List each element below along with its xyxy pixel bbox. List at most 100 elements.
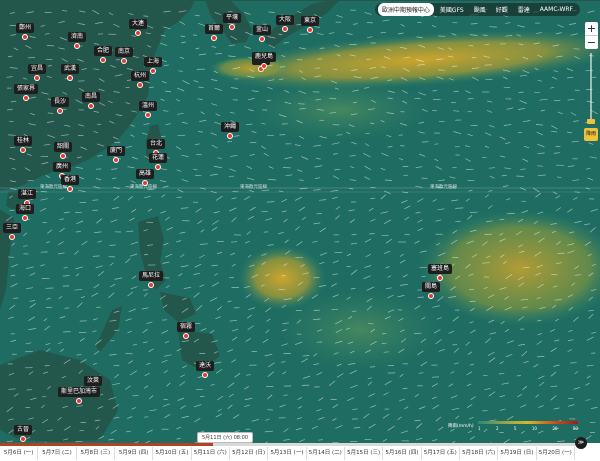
city-dot-icon [19,436,26,442]
wind-streak [336,134,343,136]
city-label: 宜昌 [27,64,47,74]
wind-streak [387,97,393,99]
timeline-day[interactable]: 5月18日 (六) [460,447,499,460]
zoom-out-button[interactable]: − [585,36,598,49]
timeline-day[interactable]: 5月15日 (三) [345,447,384,460]
wind-streak [245,374,251,376]
city-marker[interactable]: 首爾 [204,15,224,41]
city-marker[interactable]: 達沃 [195,352,215,378]
city-marker[interactable]: 南昌 [81,83,101,109]
city-marker[interactable]: 沖繩 [220,113,240,139]
city-marker[interactable]: 香港 [60,166,80,192]
legend-tick: 5 [513,426,517,431]
city-dot-icon [281,26,288,32]
tab-aamc-wrf[interactable]: AAMC-WRF [536,4,577,15]
city-marker[interactable]: 高雄 [135,160,155,186]
timeline-day[interactable]: 5月19日 (日) [498,447,537,460]
city-marker[interactable]: 鄭州 [15,14,35,40]
wind-streak [215,53,222,55]
city-label: 東京 [300,16,320,26]
timeline-day[interactable]: 5月6日 (一) [0,447,39,460]
timeline-day[interactable]: 5月20日 (一) [537,447,575,460]
city-marker[interactable]: 關島 [421,273,441,299]
city-marker[interactable]: 張家界 [13,75,39,101]
wind-streak [438,120,445,123]
timeline-day[interactable]: 5月11日 (六) [192,447,230,460]
city-marker[interactable]: 平壤 [222,4,242,30]
city-label: 香港 [60,175,80,185]
wind-streak [470,23,478,25]
city-label: 溫州 [138,101,158,111]
legend-color-bar [478,421,578,424]
legend-tick: 1 [478,426,481,431]
city-label: 關島 [421,282,441,292]
city-dot-icon [182,333,189,339]
city-marker[interactable]: 濟南 [67,23,87,49]
city-marker[interactable]: 斯里巴加灣市 [57,378,101,404]
city-marker[interactable]: 長沙 [50,88,70,114]
timeline-day[interactable]: 5月14日 (二) [307,447,345,460]
timeline-day[interactable]: 5月17日 (五) [422,447,460,460]
city-label: 三亞 [2,223,22,233]
opacity-slider-track[interactable] [590,53,592,123]
tab-radar[interactable]: 雷達 [514,3,534,16]
city-marker[interactable]: 鹿兒島 [251,43,277,69]
opacity-slider-handle[interactable] [587,119,595,124]
wind-streak [419,266,428,269]
rain-layer-button[interactable]: 降雨 [584,128,598,141]
city-dot-icon [19,147,26,153]
legend-tick: 20 [552,426,558,431]
wind-streak [192,34,198,36]
wind-streak [178,70,183,72]
city-marker[interactable]: 古晉 [13,416,33,442]
city-dot-icon [136,82,143,88]
wind-streak [44,365,50,367]
wind-streak [249,141,257,144]
city-label: 合肥 [93,46,113,56]
timeline-bar[interactable]: 5月6日 (一) 5月7日 (二) 5月8日 (三) 5月9日 (四) 5月10日 (五… [0,443,600,461]
city-marker[interactable]: 宿霧 [176,313,196,339]
timeline-progress-track[interactable] [0,443,575,446]
wind-streak [591,352,596,354]
city-label: 杭州 [130,71,150,81]
timeline-day[interactable]: 5月8日 (三) [77,447,115,460]
wind-streak [231,241,238,243]
city-marker[interactable]: 桂林 [13,127,33,153]
timeline-day[interactable]: 5月7日 (二) [38,447,77,460]
city-marker[interactable]: 合肥 [93,37,113,63]
city-dot-icon [306,27,313,33]
city-marker[interactable]: 武漢 [60,55,80,81]
city-marker[interactable]: 馬尼拉 [138,262,164,288]
legend-tick: 2 [495,426,499,431]
city-marker[interactable]: 大阪 [275,6,295,32]
city-marker[interactable]: 釜山 [252,16,272,42]
wind-streak [488,167,496,169]
tab-observation[interactable]: 好觀 [492,3,512,16]
tab-typhoon[interactable]: 颱風 [470,3,490,16]
city-dot-icon [112,157,119,163]
zoom-in-button[interactable]: + [585,22,598,35]
city-dot-icon [120,58,127,64]
city-marker[interactable]: 杭州 [130,62,150,88]
city-marker[interactable]: 大連 [128,10,148,36]
timeline-day[interactable]: 5月9日 (四) [115,447,154,460]
city-marker[interactable]: 溫州 [138,92,158,118]
timeline-day[interactable]: 5月13日 (一) [268,447,307,460]
play-button[interactable]: ≫ [575,437,587,449]
city-marker[interactable]: 廈門 [106,137,126,163]
timeline-day[interactable]: 5月10日 (五) [153,447,192,460]
tab-ecmwf[interactable]: 歐洲中期預報中心 [377,3,434,16]
timeline-day[interactable]: 5月12日 (日) [230,447,269,460]
timeline-day[interactable]: 5月16日 (四) [383,447,422,460]
city-marker[interactable]: 三亞 [2,214,22,240]
city-label: 斯里巴加灣市 [57,387,101,397]
city-dot-icon [56,108,63,114]
wind-streak [534,91,540,94]
city-marker[interactable]: 東京 [300,7,320,33]
city-marker[interactable]: 南京 [114,38,134,64]
city-dot-icon [87,103,94,109]
city-dot-icon [210,35,217,41]
wind-streak [383,351,389,353]
city-dot-icon [228,24,235,30]
tab-gfs[interactable]: 美國GFS [436,3,468,16]
